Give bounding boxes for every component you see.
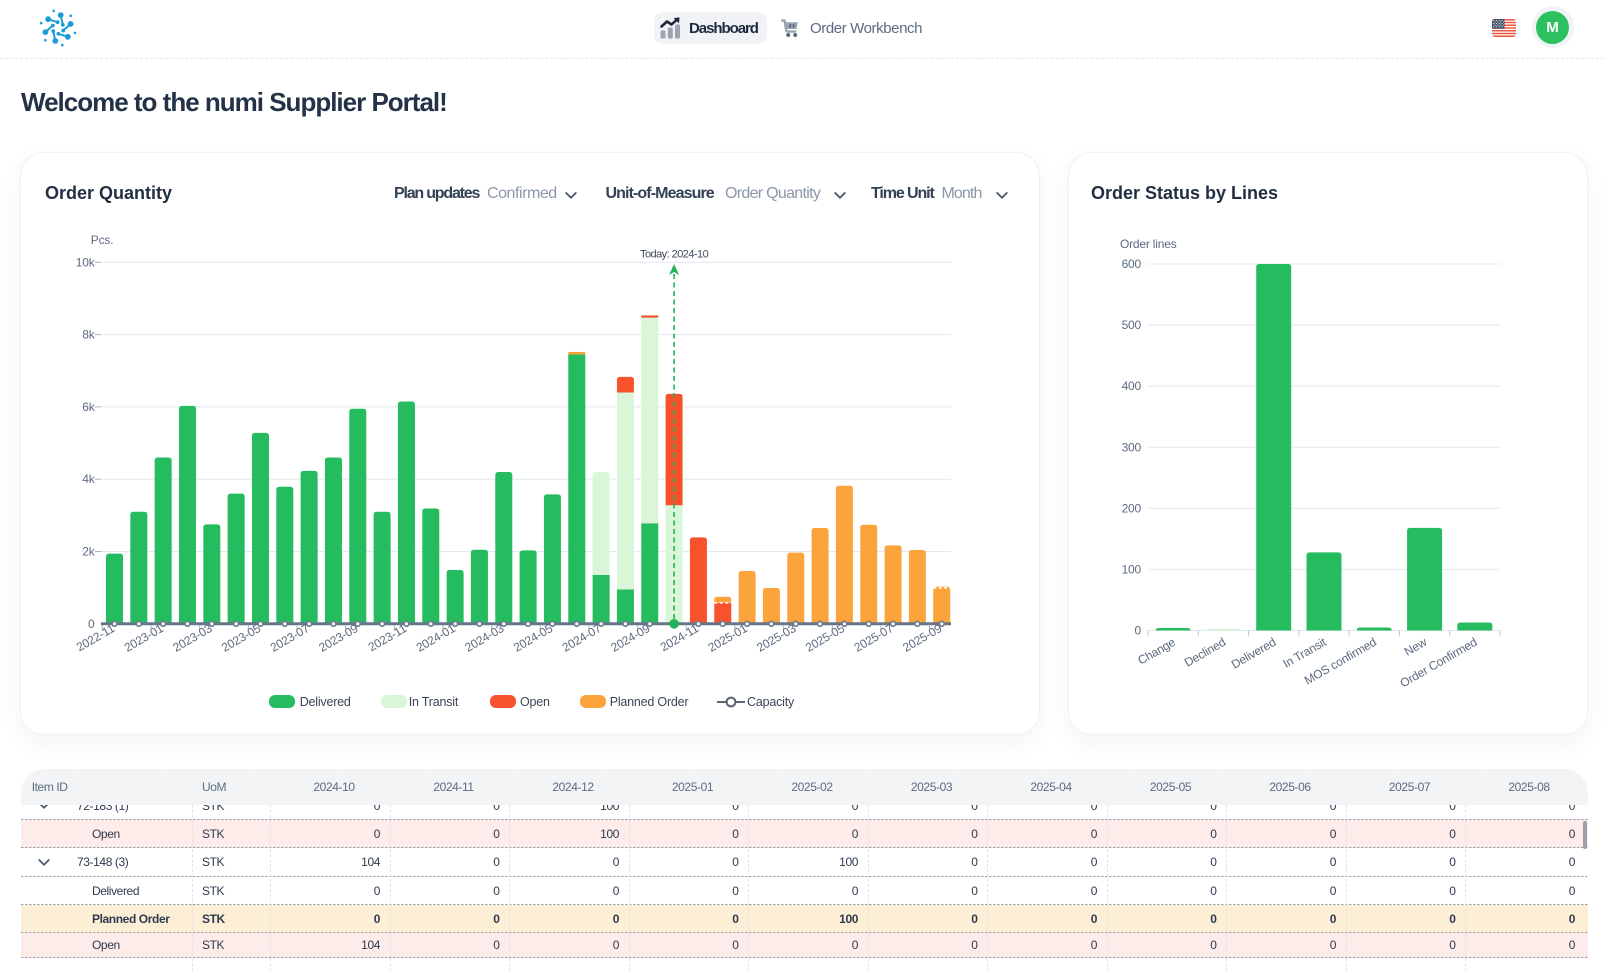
svg-text:2023-05: 2023-05 [219, 621, 263, 655]
svg-text:0: 0 [1135, 624, 1142, 638]
svg-text:500: 500 [1122, 318, 1142, 332]
svg-text:2k: 2k [82, 545, 95, 559]
svg-text:Today: 2024-10: Today: 2024-10 [640, 249, 709, 261]
svg-text:2025-07: 2025-07 [852, 621, 896, 655]
svg-text:2024-11: 2024-11 [658, 621, 702, 654]
svg-text:Delivered: Delivered [1229, 635, 1278, 672]
svg-text:2024-07: 2024-07 [560, 621, 604, 655]
svg-text:2023-11: 2023-11 [366, 621, 410, 654]
svg-text:10k: 10k [76, 255, 96, 269]
svg-text:2025-09: 2025-09 [900, 621, 944, 655]
svg-text:2025-03: 2025-03 [754, 621, 798, 655]
svg-text:100: 100 [1122, 562, 1142, 576]
svg-text:2025-01: 2025-01 [706, 621, 750, 655]
svg-text:Declined: Declined [1182, 635, 1228, 670]
svg-text:400: 400 [1122, 379, 1142, 393]
svg-text:Change: Change [1135, 635, 1178, 668]
svg-text:2025-05: 2025-05 [803, 621, 847, 655]
svg-text:200: 200 [1122, 501, 1142, 515]
svg-text:6k: 6k [82, 400, 95, 414]
svg-text:0: 0 [88, 617, 95, 631]
svg-text:2024-09: 2024-09 [608, 621, 652, 655]
svg-text:2023-09: 2023-09 [316, 621, 360, 655]
svg-text:2024-03: 2024-03 [462, 621, 506, 655]
svg-text:300: 300 [1122, 440, 1142, 454]
svg-text:2023-03: 2023-03 [170, 621, 214, 655]
svg-text:4k: 4k [82, 472, 95, 486]
svg-text:2023-07: 2023-07 [268, 621, 312, 655]
svg-text:600: 600 [1122, 257, 1142, 271]
svg-text:2023-01: 2023-01 [122, 621, 166, 655]
svg-text:8k: 8k [82, 328, 95, 342]
svg-text:2024-05: 2024-05 [511, 621, 555, 655]
svg-text:New: New [1402, 635, 1430, 659]
svg-text:2024-01: 2024-01 [414, 621, 458, 655]
svg-text:Order lines: Order lines [1120, 237, 1177, 251]
svg-text:2022-11: 2022-11 [74, 621, 118, 654]
svg-text:Pcs.: Pcs. [91, 233, 114, 247]
